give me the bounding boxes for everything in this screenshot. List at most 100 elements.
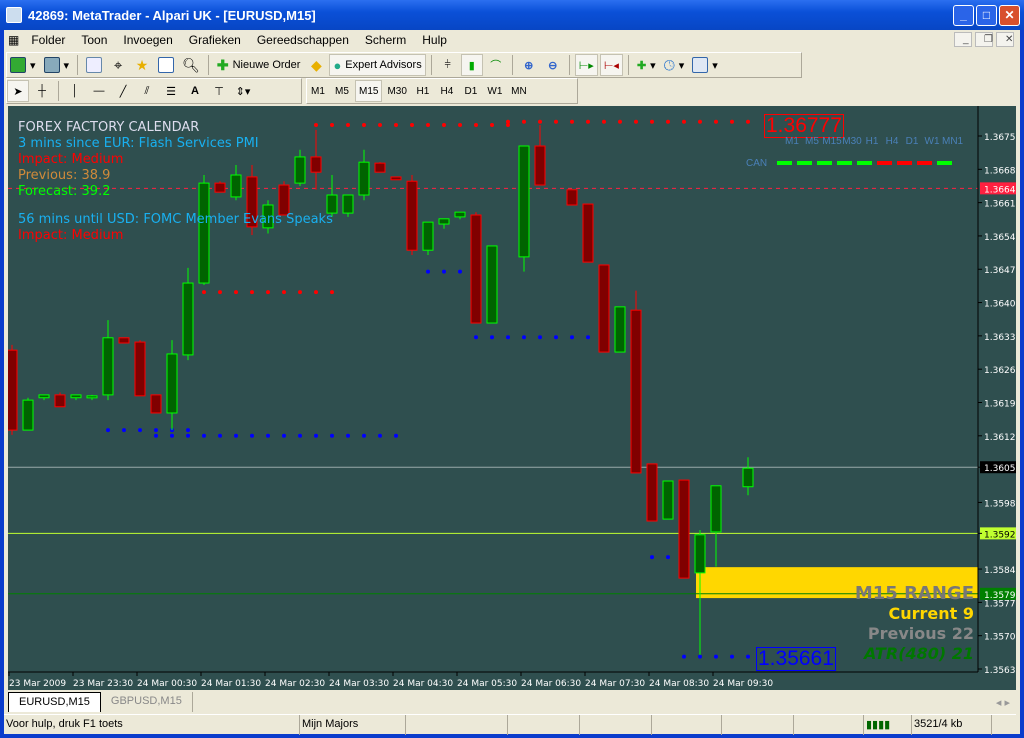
period-m5[interactable]: M5 — [331, 80, 353, 102]
text-icon: A — [191, 85, 199, 97]
indicator-dot — [330, 433, 334, 438]
indicator-dot — [282, 290, 286, 295]
trendline-tool[interactable]: ╱ — [112, 80, 134, 102]
new-chart-button[interactable]: ▾ — [7, 54, 39, 76]
calendar-forecast: Forecast: 39.2 — [18, 184, 111, 199]
range-atr: ATR(480) 21 — [864, 644, 974, 663]
strategy-tester-button[interactable]: 🔍︎ — [179, 54, 203, 76]
indicator-dot — [538, 119, 542, 124]
alert-button[interactable]: ◆ — [305, 54, 327, 76]
indicator-dot — [266, 433, 270, 438]
auto-scroll-button[interactable]: ⊢▸ — [574, 54, 598, 76]
magnifier-icon: 🔍︎ — [182, 56, 200, 73]
text-tool[interactable]: A — [184, 80, 206, 102]
period-m15[interactable]: M15 — [355, 80, 383, 102]
candle-body — [518, 145, 530, 258]
bar-chart-button[interactable]: ⫩ — [437, 54, 459, 76]
candlestick-button[interactable]: ▮ — [460, 54, 483, 76]
mdi-restore-button[interactable]: ❐ — [975, 32, 993, 47]
drawing-toolbar: ➤ ┼ │ — ╱ ⫽ ☰ A ⊤ ⇕▾ — [6, 78, 302, 104]
terminal-button[interactable] — [155, 54, 177, 76]
price-tag-label: 1.36645 — [984, 185, 1016, 195]
menu-hulp[interactable]: Hulp — [414, 33, 455, 47]
arrows-icon: ⇕▾ — [235, 85, 251, 98]
trend-bar-down — [897, 161, 912, 165]
cursor-tool[interactable]: ➤ — [7, 80, 29, 102]
indicator-dot — [330, 290, 334, 295]
indicators-button[interactable]: ✚ ▾ — [634, 54, 659, 76]
indicator-dot — [378, 433, 382, 438]
indicator-dot — [394, 433, 398, 438]
arrows-tool[interactable]: ⇕▾ — [232, 80, 254, 102]
price-chart[interactable]: 1.36755 1.36685 1.36615 1.36545 1.36475 1.364… — [8, 106, 1016, 690]
period-d1[interactable]: D1 — [460, 80, 482, 102]
crosshair-tool[interactable]: ┼ — [31, 80, 53, 102]
candle-body — [566, 189, 578, 206]
data-window-button[interactable]: ⌖ — [107, 54, 129, 76]
calendar-panel: FOREX FACTORY CALENDAR 3 mins since EUR:… — [18, 120, 333, 244]
text-label-tool[interactable]: ⊤ — [208, 80, 230, 102]
calendar-impact-2: Impact: Medium — [18, 228, 124, 243]
mdi-minimize-button[interactable]: _ — [954, 32, 972, 47]
menu-gereedschappen[interactable]: Gereedschappen — [249, 33, 357, 47]
period-mn[interactable]: MN — [508, 80, 530, 102]
minimize-button[interactable]: _ — [953, 5, 974, 26]
close-button[interactable]: ✕ — [999, 5, 1020, 26]
horizontal-line-tool[interactable]: — — [88, 80, 110, 102]
tab-gbpusd-m15[interactable]: GBPUSD,M15 — [101, 692, 193, 712]
price-tick-label: 1.35705 — [984, 633, 1016, 643]
zoom-in-button[interactable]: ⊕ — [518, 54, 540, 76]
fibonacci-tool[interactable]: ☰ — [160, 80, 182, 102]
status-traffic: 3521/4 kb — [912, 715, 992, 735]
maximize-button[interactable]: □ — [976, 5, 997, 26]
menu-toon[interactable]: Toon — [73, 33, 115, 47]
mdi-close-button[interactable]: ✕ — [996, 32, 1014, 47]
profiles-button[interactable]: ▾ — [41, 54, 73, 76]
period-m30[interactable]: M30 — [384, 80, 409, 102]
trend-timeframe-d1: D1 — [905, 136, 919, 147]
menu-folder[interactable]: Folder — [23, 33, 73, 47]
templates-button[interactable]: ▾ — [689, 54, 721, 76]
auto-scroll-icon: ⊢▸ — [578, 59, 594, 72]
candle-body — [598, 264, 610, 353]
indicator-dot — [218, 433, 222, 438]
new-order-button[interactable]: ✚ Nieuwe Order — [214, 54, 304, 76]
period-w1[interactable]: W1 — [484, 80, 506, 102]
candle-body — [422, 221, 434, 251]
expert-advisors-button[interactable]: ● Expert Advisors — [329, 54, 426, 76]
period-m1[interactable]: M1 — [307, 80, 329, 102]
zoom-out-button[interactable]: ⊖ — [542, 54, 564, 76]
periods-button[interactable]: 🕓︎ ▾ — [661, 54, 688, 76]
menu-grafieken[interactable]: Grafieken — [181, 33, 249, 47]
indicator-dot — [586, 119, 590, 124]
time-tick-label: 24 Mar 05:30 — [457, 679, 517, 689]
chart-doc-icon[interactable]: ▦ — [4, 33, 23, 47]
time-tick-label: 24 Mar 04:30 — [393, 679, 453, 689]
status-bar: Voor hulp, druk F1 toets Mijn Majors ▮▮▮… — [4, 714, 1016, 735]
period-h4[interactable]: H4 — [436, 80, 458, 102]
vertical-line-tool[interactable]: │ — [64, 80, 86, 102]
indicator-dot — [538, 335, 542, 340]
line-chart-button[interactable]: ⌒ — [485, 54, 507, 76]
tab-eurusd-m15[interactable]: EURUSD,M15 — [8, 692, 101, 712]
tab-scroll-arrows[interactable]: ◂ ▸ — [990, 693, 1016, 712]
menu-invoegen[interactable]: Invoegen — [115, 33, 180, 47]
navigator-button[interactable]: ★ — [131, 54, 153, 76]
indicator-dot — [458, 123, 462, 128]
trendline-icon: ╱ — [119, 85, 127, 98]
menu-scherm[interactable]: Scherm — [357, 33, 414, 47]
candle-body — [614, 306, 626, 353]
indicator-dot — [378, 123, 382, 128]
time-tick-label: 24 Mar 07:30 — [585, 679, 645, 689]
equidistant-channel-tool[interactable]: ⫽ — [136, 80, 158, 102]
chart-shift-button[interactable]: ⊢◂ — [599, 54, 623, 76]
indicator-dot — [634, 119, 638, 124]
market-watch-button[interactable] — [83, 54, 105, 76]
candle-body — [646, 463, 658, 522]
price-tick-label: 1.36405 — [984, 300, 1016, 310]
price-tick-label: 1.36265 — [984, 366, 1016, 376]
indicator-dot — [186, 433, 190, 438]
indicator-dot — [122, 428, 126, 433]
indicator-dot — [346, 433, 350, 438]
period-h1[interactable]: H1 — [412, 80, 434, 102]
